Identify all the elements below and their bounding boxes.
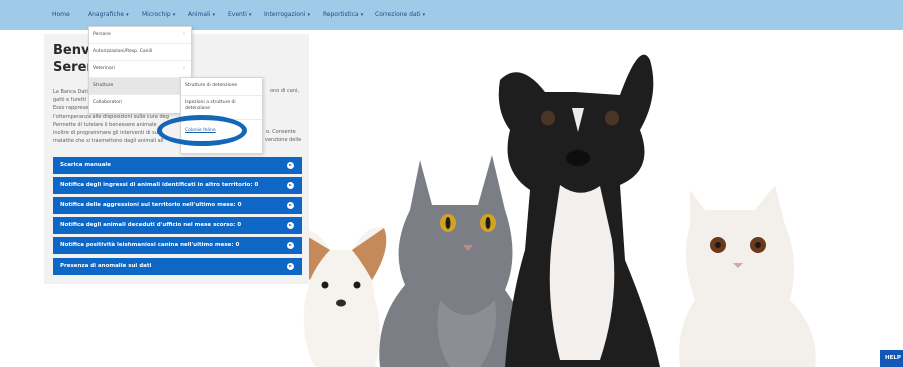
chevron-down-icon: ▾ [172, 12, 176, 18]
arrow-circle-icon [287, 182, 294, 189]
nav-correzione-dati[interactable]: Correzione dati ▾ [375, 11, 425, 18]
submenu-item-strutture-detenzione[interactable]: Strutture di detenzione [181, 78, 262, 96]
menu-item-persone[interactable]: Persone › [89, 27, 191, 44]
notifica-aggressioni-button[interactable]: Notifica delle aggressioni sul territori… [53, 197, 302, 214]
arrow-circle-icon [287, 222, 294, 229]
intro-text-fragment: venzione delle [265, 137, 302, 143]
menu-item-autorizzazioni[interactable]: Autorizzazioni/Resp. Canili [89, 44, 191, 61]
menu-item-collaboratori[interactable]: Collaboratori [89, 95, 191, 114]
chevron-right-icon: › [183, 65, 185, 71]
highlight-ring-annotation [157, 115, 247, 146]
nav-animali[interactable]: Animali ▾ [188, 11, 215, 18]
page: Home Anagrafiche ▾ Microchip ▾ Animali ▾ Ev… [0, 0, 903, 367]
menu-item-veterinari[interactable]: Veterinari › [89, 61, 191, 78]
notifica-leishmaniosi-button[interactable]: Notifica positività leishmaniosi canina … [53, 237, 302, 254]
nav-interrogazioni[interactable]: Interrogazioni ▾ [264, 11, 310, 18]
nav-eventi[interactable]: Eventi ▾ [228, 11, 251, 18]
chevron-down-icon: ▾ [422, 12, 426, 18]
nav-anagrafiche[interactable]: Anagrafiche ▾ [88, 11, 129, 18]
chevron-down-icon: ▾ [360, 12, 364, 18]
french-bulldog-illustration [498, 54, 660, 367]
notifica-ingressi-button[interactable]: Notifica degli ingressi di animali ident… [53, 177, 302, 194]
nav-reportistica[interactable]: Reportistica ▾ [323, 11, 363, 18]
white-persian-cat-illustration [679, 185, 816, 367]
arrow-circle-icon [287, 202, 294, 209]
menu-item-strutture[interactable]: Strutture› [89, 78, 191, 95]
nav-home[interactable]: Home [52, 11, 70, 18]
chevron-down-icon: ▾ [248, 12, 252, 18]
arrow-circle-icon [287, 263, 294, 270]
arrow-circle-icon [287, 162, 294, 169]
intro-text-fragment: ono di cani, [270, 88, 299, 94]
intro-text-fragment: o. Consente [266, 129, 296, 135]
chevron-down-icon: ▾ [212, 12, 215, 18]
chevron-down-icon: ▾ [126, 12, 129, 18]
help-button[interactable]: HELP [880, 350, 903, 367]
arrow-circle-icon [287, 242, 294, 249]
anagrafiche-dropdown-menu: Persone › Autorizzazioni/Resp. Canili Vet… [88, 26, 192, 114]
chihuahua-illustration [295, 226, 387, 367]
scarica-manuale-button[interactable]: Scarica manuale [53, 157, 302, 174]
chevron-down-icon: ▾ [307, 12, 310, 18]
grey-cat-illustration [379, 155, 528, 367]
notifica-deceduti-button[interactable]: Notifica degli animali deceduti d'uffici… [53, 217, 302, 234]
presenza-anomalie-button[interactable]: Presenza di anomalie sui dati [53, 258, 302, 275]
chevron-right-icon: › [183, 31, 185, 37]
nav-microchip[interactable]: Microchip ▾ [142, 11, 175, 18]
